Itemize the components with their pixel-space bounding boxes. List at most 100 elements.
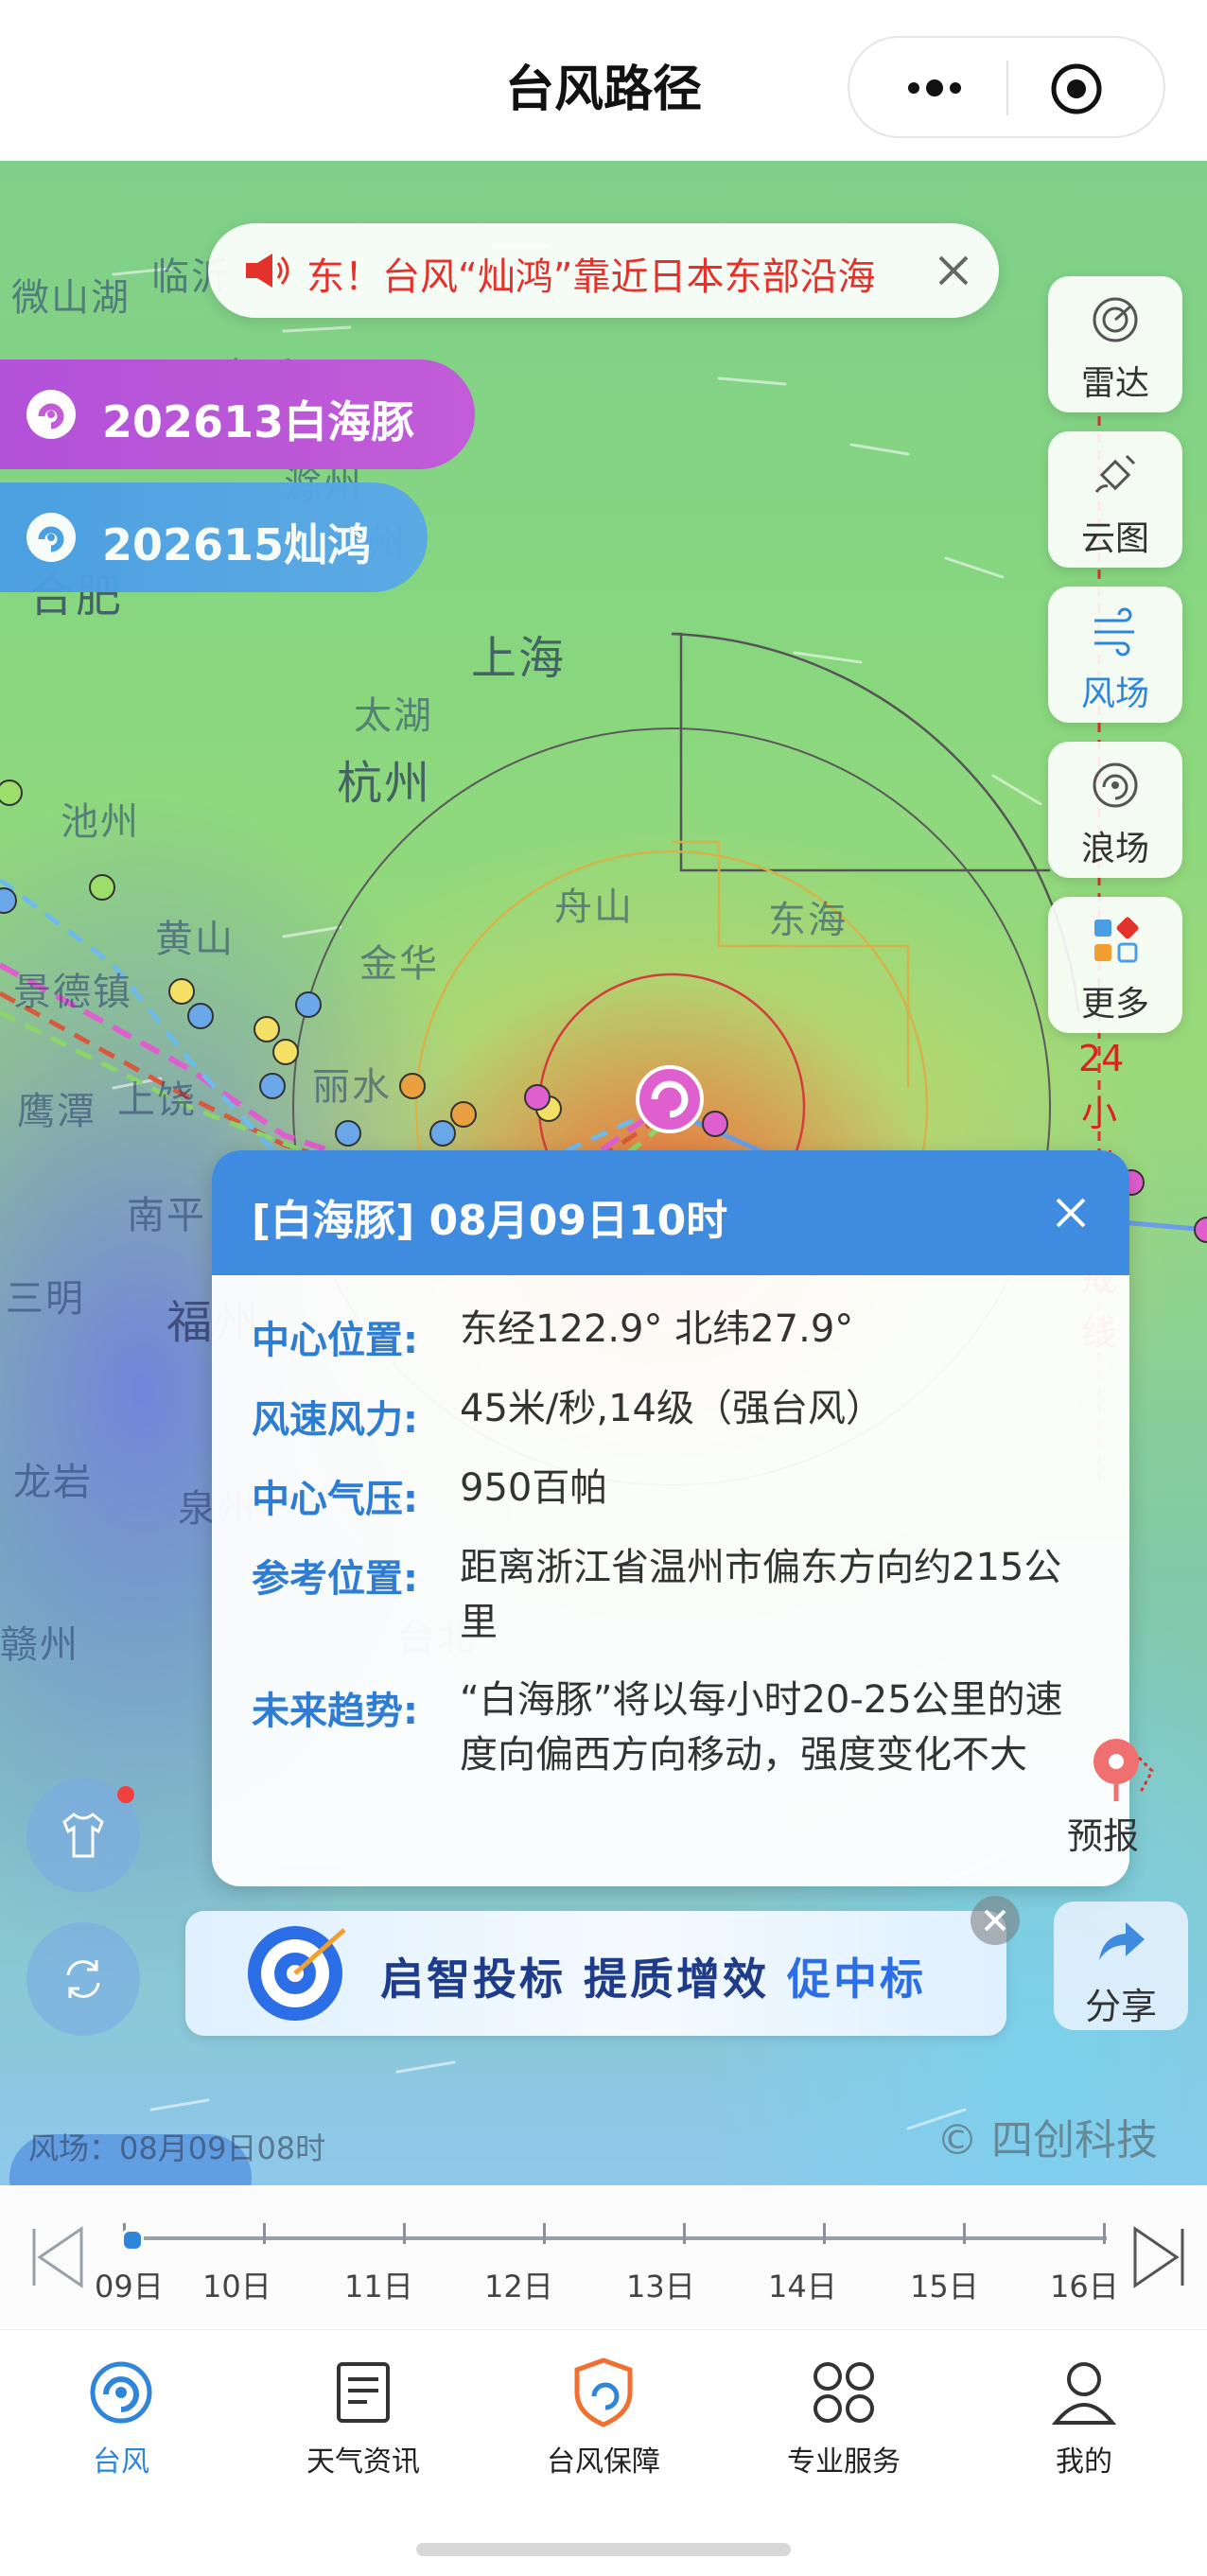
map-place: 东海 <box>768 899 848 942</box>
service-grid-icon <box>813 2362 874 2423</box>
reference-position-value: 距离浙江省温州市偏东方向约215公里 <box>460 1546 1062 1644</box>
timeline-thumb[interactable] <box>121 2229 144 2252</box>
wind-force-value: 45米/秒,14级（强台风） <box>460 1387 883 1430</box>
map-place: 赣州 <box>0 1623 79 1667</box>
satellite-icon <box>1094 454 1136 493</box>
typhoon-icon <box>26 513 76 562</box>
warning-char: 24 <box>1078 1038 1125 1079</box>
tab-label: 天气资讯 <box>306 2445 420 2479</box>
map-place: 三明 <box>6 1277 85 1321</box>
timeline[interactable]: 09日 10日 11日 12日 13日 14日 15日 16日 <box>0 2185 1207 2327</box>
share-button[interactable]: 分享 <box>1054 1901 1188 2030</box>
timeline-tick <box>963 2223 966 2244</box>
map-place: 上海 <box>471 632 567 685</box>
center-position-value: 东经122.9° 北纬27.9° <box>460 1307 854 1351</box>
tab-me[interactable]: 我的 <box>989 2355 1179 2480</box>
typhoon-pill-label: 202613白海豚 <box>102 396 415 447</box>
close-icon[interactable] <box>929 246 978 295</box>
tab-pro-service[interactable]: 专业服务 <box>749 2355 938 2480</box>
center-position-label: 中心位置: <box>252 1319 418 1362</box>
tool-label: 风场 <box>1080 675 1149 713</box>
close-miniprogram-icon[interactable] <box>1048 61 1105 117</box>
tab-weather-news[interactable]: 天气资讯 <box>269 2355 458 2480</box>
timeline-day[interactable]: 10日 <box>202 2263 271 2306</box>
timeline-tick <box>263 2223 266 2244</box>
wind-force-label: 风速风力: <box>252 1398 418 1442</box>
popup-header: [白海豚] 08月09日10时 <box>212 1150 1129 1275</box>
ad-text-accent: 促中标 <box>787 1954 927 2005</box>
tool-label: 雷达 <box>1080 364 1149 403</box>
home-indicator <box>416 2543 791 2556</box>
miniprogram-capsule <box>848 36 1165 138</box>
ad-text-main: 启智投标 提质增效 <box>380 1954 788 2005</box>
map-place: 龙岩 <box>13 1461 93 1504</box>
map-place: 南平 <box>127 1194 206 1237</box>
user-icon <box>1051 2362 1117 2425</box>
timeline-day[interactable]: 14日 <box>768 2263 837 2306</box>
popup-title: [白海豚] 08月09日10时 <box>252 1197 728 1245</box>
map-place: 太湖 <box>354 694 433 738</box>
timeline-tick <box>1103 2223 1106 2244</box>
ad-banner[interactable]: 启智投标 提质增效 促中标 <box>185 1896 1020 2036</box>
warning-char: 小 <box>1080 1093 1117 1134</box>
map-place: 黄山 <box>155 918 235 961</box>
more-dots-icon[interactable] <box>897 64 972 112</box>
refresh-icon <box>66 1960 100 1998</box>
wind-icon <box>1094 607 1134 657</box>
notice-text: 东！台风“灿鸿”靠近日本东部沿海 <box>306 255 876 299</box>
map-place: 丽水 <box>312 1065 392 1109</box>
map-place: 鹰潭 <box>17 1090 96 1133</box>
future-trend-label: 未来趋势: <box>252 1690 418 1733</box>
timeline-day[interactable]: 15日 <box>910 2263 979 2306</box>
next-icon[interactable] <box>1129 2225 1188 2289</box>
tool-label: 浪场 <box>1080 830 1149 868</box>
pressure-label: 中心气压: <box>252 1478 418 1521</box>
tool-label: 云图 <box>1080 519 1149 558</box>
tool-wave[interactable]: 浪场 <box>1048 742 1182 878</box>
pressure-value: 950百帕 <box>460 1466 608 1510</box>
map-place: 池州 <box>61 800 140 844</box>
typhoon-info-popup: [白海豚] 08月09日10时 中心位置: 东经122.9° 北纬27.9° 风… <box>212 1150 1129 1886</box>
typhoon-center-icon <box>636 1065 704 1133</box>
tab-typhoon[interactable]: 台风 <box>26 2355 216 2480</box>
tab-label: 我的 <box>1056 2445 1112 2479</box>
target-logo-icon <box>248 1926 346 2021</box>
future-trend-value: “白海豚”将以每小时20-25公里的速度向偏西方向移动，强度变化不大 <box>460 1678 1063 1777</box>
typhoon-pill-canhong[interactable]: 202615灿鸿 <box>0 482 428 592</box>
tab-typhoon-service[interactable]: 台风保障 <box>509 2355 698 2480</box>
timeline-day[interactable]: 13日 <box>626 2263 695 2306</box>
timeline-day[interactable]: 12日 <box>484 2263 553 2306</box>
bottom-tab-bar: 台风 天气资讯 台风保障 专业服务 我的 <box>0 2329 1207 2576</box>
timeline-track[interactable] <box>123 2236 1107 2240</box>
timeline-day[interactable]: 16日 <box>1050 2263 1119 2306</box>
tool-more[interactable]: 更多 <box>1048 897 1182 1033</box>
tool-satellite[interactable]: 云图 <box>1048 431 1182 568</box>
forecast-label[interactable]: 预报 <box>1067 1807 1139 1859</box>
speaker-icon <box>246 254 289 288</box>
map-place: 景德镇 <box>13 971 132 1014</box>
watermark: © 四创科技 <box>936 2116 1158 2164</box>
refresh-button[interactable] <box>26 1922 140 2036</box>
map-place: 微山湖 <box>11 276 131 320</box>
map-place: 舟山 <box>554 885 634 929</box>
tab-label: 专业服务 <box>787 2445 901 2479</box>
typhoon-notice-banner[interactable]: 东！台风“灿鸿”靠近日本东部沿海 <box>208 223 999 318</box>
timeline-tick <box>543 2223 546 2244</box>
tool-radar[interactable]: 雷达 <box>1048 276 1182 412</box>
app-header: 台风路径 <box>0 0 1207 161</box>
capsule-divider <box>1006 61 1008 115</box>
typhoon-icon <box>26 390 76 439</box>
timeline-day[interactable]: 09日 <box>95 2263 164 2306</box>
map-place: 杭州 <box>337 757 432 810</box>
timeline-tick <box>823 2223 826 2244</box>
timeline-tick <box>403 2223 406 2244</box>
prev-icon[interactable] <box>28 2225 87 2289</box>
wave-icon <box>1093 762 1138 808</box>
timeline-day[interactable]: 11日 <box>344 2263 413 2306</box>
typhoon-pill-baihaitun[interactable]: 202613白海豚 <box>0 359 475 469</box>
notification-dot <box>117 1786 134 1803</box>
tool-wind[interactable]: 风场 <box>1048 587 1182 723</box>
ad-close-icon[interactable] <box>971 1896 1020 1945</box>
close-icon[interactable] <box>1048 1190 1093 1235</box>
typhoon-icon <box>90 2361 152 2424</box>
